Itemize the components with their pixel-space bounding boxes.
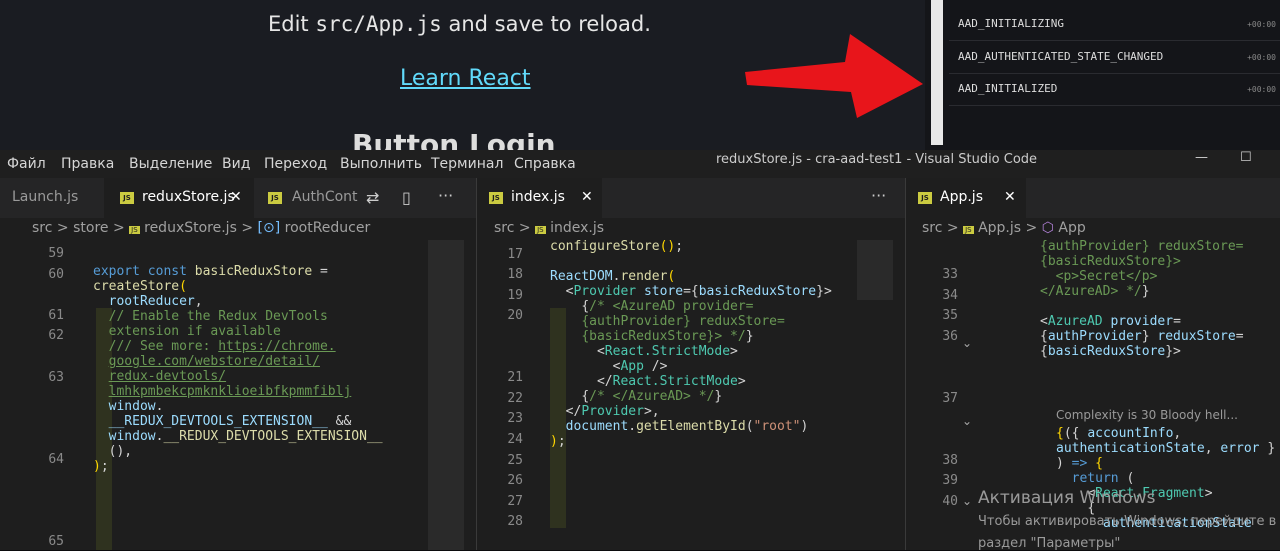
close-icon[interactable]: ✕ [230,189,242,205]
pane1-tabbar: Launch.js JS reduxStore.js ✕ JS AuthCont… [0,178,476,218]
fold-icon[interactable]: ⌄ [962,494,972,508]
line-number: 24 [507,432,523,447]
line-number: 28 [507,514,523,530]
fold-icon[interactable]: ⌄ [962,336,972,350]
action-time: +00:00 [1247,53,1276,62]
line-number: 59 [48,246,64,261]
menu-go[interactable]: Переход [264,156,327,172]
pane3-tabbar: JS App.js ✕ [906,178,1280,218]
component-icon: ⬡ [1041,220,1054,236]
line-number: 21 [507,370,523,386]
tab-reduxstore[interactable]: JS reduxStore.js ✕ [104,178,254,218]
compare-icon[interactable]: ⇄ [366,188,379,207]
line-number: 36 [942,329,958,344]
breadcrumb: src > JS App.js > ⬡ App [922,220,1086,236]
line-number: 62 [48,328,64,344]
close-icon[interactable]: ✕ [581,189,593,205]
window-title: reduxStore.js - cra-aad-test1 - Visual S… [716,152,1038,167]
symbol-icon: [⊙] [257,220,281,236]
line-number: 61 [48,307,64,323]
code-block: export const basicReduxStore = createSto… [93,264,383,474]
line-number: 23 [507,411,523,427]
crumb-file[interactable]: App.js [978,220,1021,236]
more-actions-icon[interactable]: ··· [438,186,453,205]
redux-devtools-panel: AAD_INITIALIZING +00:00 AAD_AUTHENTICATE… [925,0,1280,150]
breadcrumb: src > JS index.js [494,220,604,236]
line-number: 60 [48,266,64,282]
pane1-editor[interactable]: 59 60 61 62 63 64 65 export const basicReduxSt… [0,240,476,550]
line-number: 34 [942,287,958,303]
crumb-store[interactable]: store [73,220,108,236]
line-number: 39 [942,473,958,489]
line-number: 35 [942,308,958,324]
line-number: 63 [48,369,64,385]
activation-line2: раздел "Параметры" [978,536,1121,551]
line-number: 40 [942,493,958,509]
menu-view[interactable]: Вид [222,156,250,172]
split-editor-icon[interactable]: ▯ [402,188,411,207]
maximize-button[interactable]: ☐ [1240,150,1252,165]
minimap[interactable] [428,240,464,550]
line-number: 20 [507,308,523,324]
complexity-hint: Complexity is 30 Bloody hell... [1056,408,1238,422]
menu-selection[interactable]: Выделение [129,156,212,172]
tab-app[interactable]: JS App.js ✕ [906,178,1026,218]
line-number: 25 [507,452,523,468]
line-number: 26 [507,473,523,489]
line-number: 65 [48,534,64,550]
activation-title: Активация Windows [978,488,1156,508]
more-actions-icon[interactable]: ··· [871,186,886,205]
line-number: 32 [918,240,958,241]
crumb-symbol[interactable]: rootReducer [285,220,371,236]
learn-react-link[interactable]: Learn React [400,66,531,91]
menu-help[interactable]: Справка [514,156,576,172]
js-file-icon: JS [535,226,546,234]
crumb-src[interactable]: src [494,220,514,236]
tab-launch[interactable]: Launch.js [0,178,104,218]
crumb-src[interactable]: src [32,220,52,236]
menu-file[interactable]: Файл [7,156,46,172]
fold-icon[interactable]: ⌄ [962,414,972,428]
minimap[interactable] [857,240,893,300]
pane2-tabbar: JS index.js ✕ ··· [477,178,905,218]
tab-authcont[interactable]: JS AuthCont [254,178,359,218]
crumb-src[interactable]: src [922,220,942,236]
devtools-scrollbar[interactable] [931,0,943,145]
line-number: 37 [942,390,958,406]
pane2-editor[interactable]: 17 18 19 20 21 22 23 24 25 26 27 28 // import store… [477,240,905,550]
js-file-icon: JS [129,226,140,234]
menu-edit[interactable]: Правка [61,156,114,172]
action-time: +00:00 [1247,20,1276,29]
line-number: 38 [942,452,958,468]
crumb-file[interactable]: reduxStore.js [144,220,237,236]
js-file-icon: JS [963,226,974,234]
action-time: +00:00 [1247,85,1276,94]
menu-run[interactable]: Выполнить [340,156,422,172]
menu-bar: Файл Правка Выделение Вид Переход Выполн… [0,150,1280,178]
minimize-button[interactable]: — [1195,150,1208,165]
line-number: 19 [507,287,523,303]
line-number: 27 [507,493,523,509]
code-block: {/* <AzureAD provider= {authProvider} re… [1040,240,1244,359]
crumb-file[interactable]: index.js [550,220,604,236]
crumb-symbol[interactable]: App [1058,220,1085,236]
breadcrumb: src > store > JS reduxStore.js > [⊙] roo… [32,220,371,236]
line-number: 33 [942,267,958,283]
code-block: // import store from configureStore(); R… [550,240,832,449]
line-number: 22 [507,390,523,406]
line-number: 64 [48,452,64,467]
line-number: 17 [507,246,523,262]
action-item[interactable]: AAD_INITIALIZING [958,17,1064,30]
close-icon[interactable]: ✕ [1004,189,1016,205]
line-number: 18 [507,267,523,283]
edit-instruction: Edit src/App.js and save to reload. [268,12,651,36]
menu-terminal[interactable]: Терминал [431,156,503,172]
tab-index[interactable]: JS index.js ✕ [477,178,602,218]
activation-line1: Чтобы активировать Windows, перейдите в [978,514,1277,529]
action-item[interactable]: AAD_INITIALIZED [958,82,1057,95]
action-item[interactable]: AAD_AUTHENTICATED_STATE_CHANGED [958,50,1163,63]
red-arrow-annotation [745,34,923,118]
